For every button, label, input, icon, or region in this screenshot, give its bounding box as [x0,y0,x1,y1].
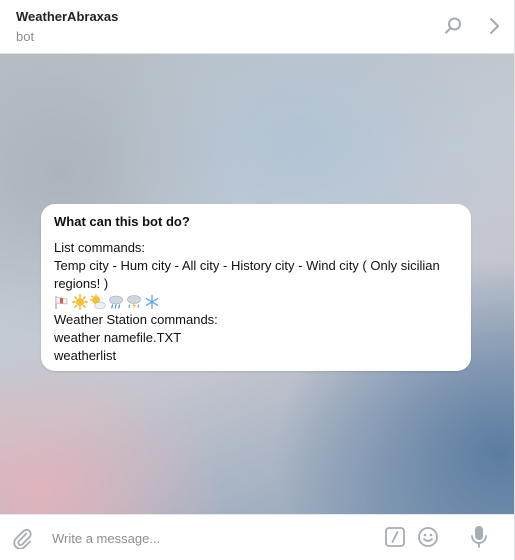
chevron-right-icon[interactable] [482,14,506,38]
sun-icon [72,294,88,310]
message-input[interactable] [52,529,372,547]
chat-title[interactable]: WeatherAbraxas [16,9,118,24]
microphone-icon[interactable] [467,525,491,549]
thunder-cloud-rain-icon [126,294,142,310]
message-composer [0,514,514,560]
bot-info-line: weather namefile.TXT [54,330,182,345]
weather-emoji-row [54,293,458,311]
chat-header: WeatherAbraxas bot [0,0,515,54]
bot-command-icon[interactable] [383,525,407,549]
search-icon[interactable] [441,14,465,38]
bot-info-line: Temp city - Hum city - All city - Histor… [54,258,440,291]
bot-info-heading: What can this bot do? [54,214,190,229]
snowflake-icon [144,294,160,310]
sun-behind-cloud-icon [90,294,106,310]
windsock-icon [54,294,70,310]
bot-info-card: What can this bot do? List commands: Tem… [41,204,471,371]
bot-info-line: Weather Station commands: [54,312,218,327]
paperclip-icon[interactable] [10,526,34,550]
bot-info-line: List commands: [54,240,146,255]
emoji-icon[interactable] [416,525,440,549]
bot-info-line: weatherlist [54,348,117,363]
cloud-with-rain-icon [108,294,124,310]
chat-subtitle: bot [16,29,35,44]
